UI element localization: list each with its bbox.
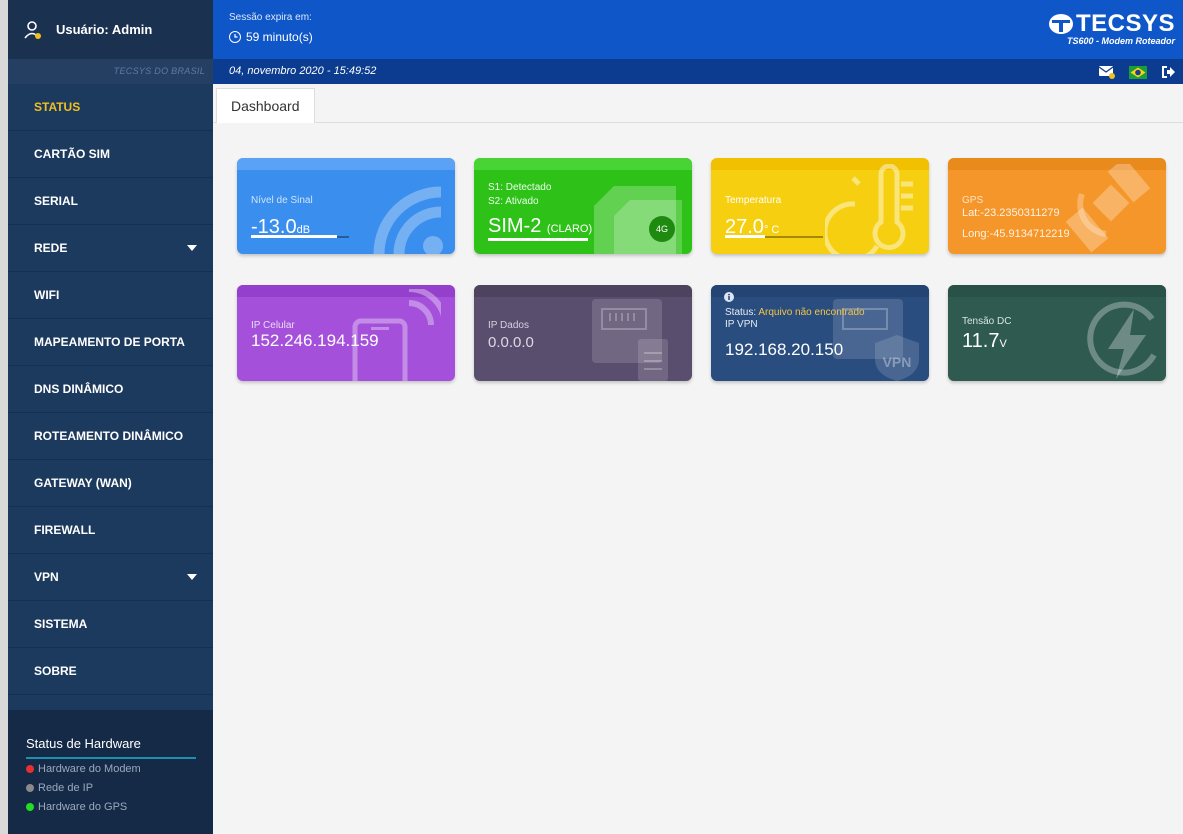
hardware-status-item: Hardware do Modem bbox=[26, 759, 213, 778]
thermometer-icon bbox=[825, 164, 913, 254]
nav-item-cartao-sim[interactable]: CARTÃO SIM bbox=[8, 131, 213, 178]
nav-item-label: FIREWALL bbox=[34, 523, 96, 537]
ethernet-port-icon bbox=[592, 299, 668, 381]
wifi-signal-icon bbox=[373, 186, 443, 254]
nav-item-firewall[interactable]: FIREWALL bbox=[8, 507, 213, 554]
status-dot-icon bbox=[26, 802, 34, 811]
vpn-ip-value: 192.168.20.150 bbox=[725, 340, 844, 359]
nav-item-serial[interactable]: SERIAL bbox=[8, 178, 213, 225]
satellite-icon bbox=[1066, 164, 1151, 253]
clock-icon bbox=[229, 31, 241, 43]
vpn-badge: VPN bbox=[883, 354, 912, 370]
nav-item-label: MAPEAMENTO DE PORTA bbox=[34, 335, 185, 349]
caret-down-icon bbox=[187, 245, 197, 251]
hardware-status-label: Hardware do GPS bbox=[38, 800, 128, 813]
caret-down-icon bbox=[187, 574, 197, 580]
lightning-bolt-icon bbox=[1087, 301, 1157, 379]
hardware-status-label: Hardware do Modem bbox=[38, 762, 141, 775]
nav-item-label: SERIAL bbox=[34, 194, 79, 208]
ip-dados-card[interactable]: IP Dados 0.0.0.0 bbox=[474, 285, 692, 381]
session-label: Sessão expira em: bbox=[229, 12, 312, 23]
sim-card[interactable]: 4G S1: Detectado S2: Ativado SIM-2 (CLAR… bbox=[474, 158, 692, 254]
user-icon bbox=[22, 19, 44, 41]
left-gutter bbox=[0, 0, 8, 834]
vpn-ip-label: IP VPN bbox=[725, 319, 758, 330]
signal-level-bar bbox=[251, 235, 337, 238]
gps-card[interactable]: GPS Lat:-23.2350311279 Long:-45.91347122… bbox=[948, 158, 1166, 254]
network-4g-badge: 4G bbox=[649, 216, 675, 242]
vpn-status-value: Arquivo não encontrado bbox=[758, 307, 865, 318]
status-dot-icon bbox=[26, 764, 34, 773]
nav-item-label: WIFI bbox=[34, 288, 60, 302]
date-bar: 04, novembro 2020 - 15:49:52 bbox=[213, 59, 1183, 84]
gps-label: GPS bbox=[962, 195, 984, 206]
ip-celular-value: 152.246.194.159 bbox=[251, 331, 379, 350]
tensao-dc-unit: V bbox=[999, 338, 1007, 350]
signal-label: Nível de Sinal bbox=[251, 195, 313, 206]
company-name: TECSYS DO BRASIL bbox=[8, 59, 213, 84]
sidebar: Usuário: Admin TECSYS DO BRASIL STATUS C… bbox=[8, 0, 213, 834]
nav-item-label: SOBRE bbox=[34, 664, 77, 678]
status-dot-icon bbox=[26, 783, 34, 792]
temperature-card[interactable]: Temperatura 27.0° C bbox=[711, 158, 929, 254]
nav-item-label: SISTEMA bbox=[34, 617, 88, 631]
temperature-label: Temperatura bbox=[725, 195, 782, 206]
tensao-dc-value: 11.7V bbox=[962, 330, 1007, 352]
ip-celular-label: IP Celular bbox=[251, 320, 295, 331]
tecsys-logo-icon bbox=[1048, 14, 1073, 34]
gps-latitude: Lat:-23.2350311279 bbox=[962, 207, 1060, 219]
nav-item-label: VPN bbox=[34, 570, 59, 584]
nav-menu: STATUS CARTÃO SIM SERIAL REDE WIFI MAPEA… bbox=[8, 84, 213, 695]
temperature-level-bar bbox=[725, 235, 765, 238]
nav-item-label: STATUS bbox=[34, 100, 81, 114]
nav-item-label: CARTÃO SIM bbox=[34, 147, 110, 161]
nav-item-sistema[interactable]: SISTEMA bbox=[8, 601, 213, 648]
nav-item-wifi[interactable]: WIFI bbox=[8, 272, 213, 319]
hardware-status-panel: Status de Hardware Hardware do Modem Red… bbox=[8, 710, 213, 834]
nav-item-label: REDE bbox=[34, 241, 68, 255]
ip-dados-label: IP Dados bbox=[488, 320, 529, 331]
logo-text: TECSYS bbox=[1075, 10, 1175, 37]
vpn-status: Status: Arquivo não encontrado bbox=[725, 307, 865, 318]
tab-bar: Dashboard bbox=[213, 84, 1183, 123]
sim-bar bbox=[488, 238, 588, 241]
session-time-value: 59 minuto(s) bbox=[246, 30, 313, 44]
nav-item-mapeamento-de-porta[interactable]: MAPEAMENTO DE PORTA bbox=[8, 319, 213, 366]
ip-dados-value: 0.0.0.0 bbox=[488, 334, 534, 351]
user-panel[interactable]: Usuário: Admin bbox=[8, 0, 213, 59]
signal-card[interactable]: Nível de Sinal -13.0dB bbox=[237, 158, 455, 254]
model-name: TS600 - Modem Roteador bbox=[1066, 36, 1175, 46]
nav-item-vpn[interactable]: VPN bbox=[8, 554, 213, 601]
nav-item-rede[interactable]: REDE bbox=[8, 225, 213, 272]
tensao-dc-label: Tensão DC bbox=[962, 316, 1012, 327]
session-timer: 59 minuto(s) bbox=[229, 30, 313, 44]
nav-item-dns-dinamico[interactable]: DNS DINÂMICO bbox=[8, 366, 213, 413]
temperature-unit: ° C bbox=[763, 224, 780, 236]
hardware-status-item: Hardware do GPS bbox=[26, 797, 213, 816]
nav-item-label: ROTEAMENTO DINÂMICO bbox=[34, 429, 184, 443]
nav-item-gateway-wan[interactable]: GATEWAY (WAN) bbox=[8, 460, 213, 507]
sim-carrier: (CLARO) bbox=[546, 223, 593, 235]
sim-slot1-status: S1: Detectado bbox=[488, 182, 552, 193]
nav-item-sobre[interactable]: SOBRE bbox=[8, 648, 213, 695]
hardware-status-label: Rede de IP bbox=[38, 781, 94, 794]
nav-item-roteamento-dinamico[interactable]: ROTEAMENTO DINÂMICO bbox=[8, 413, 213, 460]
vpn-card[interactable]: VPN Status: Arquivo não encontrado IP VP… bbox=[711, 285, 929, 381]
tensao-dc-card[interactable]: Tensão DC 11.7V bbox=[948, 285, 1166, 381]
nav-item-status[interactable]: STATUS bbox=[8, 84, 213, 131]
nav-item-label: GATEWAY (WAN) bbox=[34, 476, 132, 490]
current-datetime: 04, novembro 2020 - 15:49:52 bbox=[229, 65, 377, 77]
info-icon[interactable] bbox=[724, 292, 734, 302]
ip-celular-card[interactable]: IP Celular 152.246.194.159 bbox=[237, 285, 455, 381]
hardware-status-item: Rede de IP bbox=[26, 778, 213, 797]
nav-item-label: DNS DINÂMICO bbox=[34, 382, 124, 396]
top-header: Sessão expira em: 59 minuto(s) TECSYS TS… bbox=[213, 0, 1183, 59]
tecsys-logo: TECSYS TS600 - Modem Roteador bbox=[1048, 10, 1175, 46]
user-label: Usuário: Admin bbox=[56, 22, 153, 37]
gps-longitude: Long:-45.9134712219 bbox=[962, 228, 1070, 240]
sim-slot2-status: S2: Ativado bbox=[488, 196, 539, 207]
tab-dashboard[interactable]: Dashboard bbox=[216, 88, 315, 123]
hardware-status-title: Status de Hardware bbox=[26, 736, 196, 759]
sim-active-value: SIM-2 (CLARO) bbox=[488, 215, 593, 237]
